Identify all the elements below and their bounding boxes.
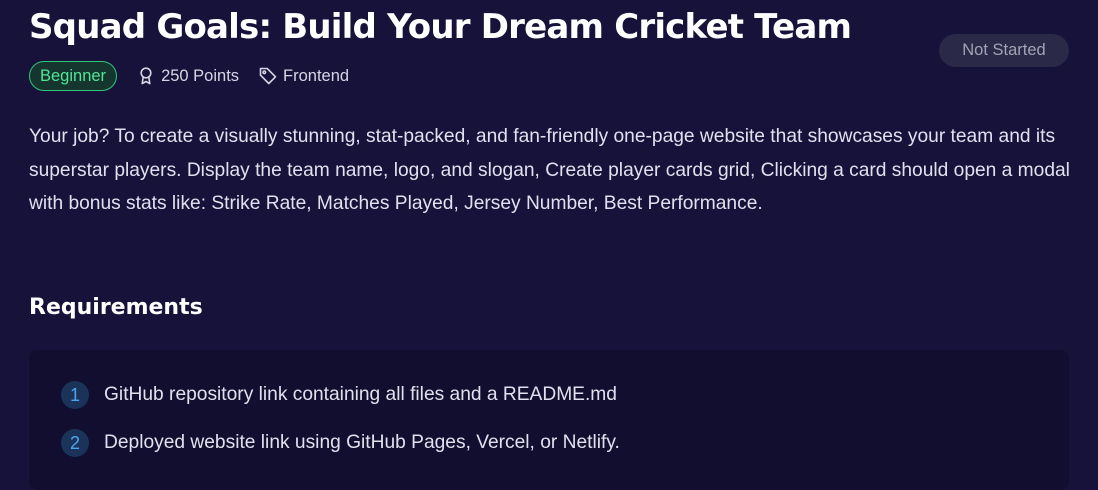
- requirement-item: 2 Deployed website link using GitHub Pag…: [61, 428, 620, 458]
- challenge-description: Your job? To create a visually stunning,…: [29, 126, 1070, 214]
- level-badge: Beginner: [29, 61, 118, 91]
- requirement-text: GitHub repository link containing all fi…: [104, 384, 617, 405]
- requirement-item: 1 GitHub repository link containing all …: [61, 380, 617, 410]
- points-label: 250 Points: [161, 66, 240, 85]
- requirements-heading: Requirements: [29, 295, 203, 320]
- requirements-list: 1 GitHub repository link containing all …: [29, 350, 1069, 490]
- tag-icon: [258, 66, 283, 86]
- challenge-title: Squad Goals: Build Your Dream Cricket Te…: [29, 7, 852, 47]
- points-meta: 250 Points: [138, 67, 239, 86]
- status-badge: Not Started: [939, 34, 1069, 67]
- challenge-meta: Beginner 250 Points Frontend: [29, 60, 349, 92]
- requirement-number: 1: [61, 381, 89, 409]
- category-meta: Frontend: [258, 66, 349, 86]
- requirement-number: 2: [61, 429, 89, 457]
- requirement-text: Deployed website link using GitHub Pages…: [104, 432, 620, 453]
- award-icon: [138, 67, 161, 85]
- category-label: Frontend: [283, 66, 350, 85]
